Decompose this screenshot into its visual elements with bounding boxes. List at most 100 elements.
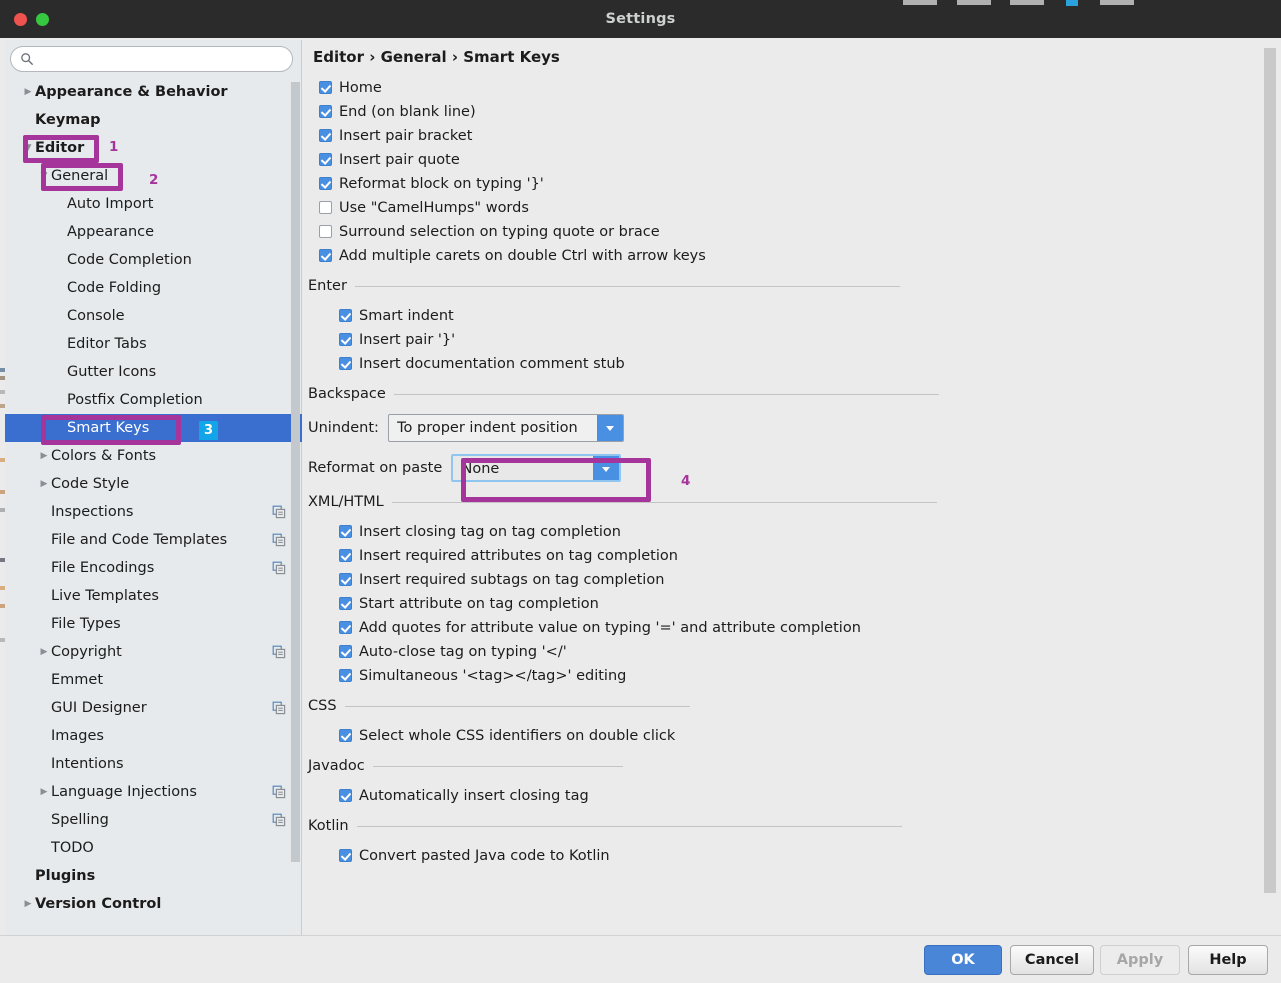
- sidebar-item-file-types[interactable]: ▶File Types: [5, 610, 302, 638]
- chevron-right-icon[interactable]: ▶: [21, 78, 35, 106]
- checkbox-row[interactable]: Insert closing tag on tag completion: [303, 520, 1263, 544]
- checkbox-unchecked-icon[interactable]: [319, 225, 332, 238]
- sidebar-item-copyright[interactable]: ▶Copyright: [5, 638, 302, 666]
- chevron-right-icon[interactable]: ▶: [37, 638, 51, 666]
- chevron-down-icon[interactable]: ▼: [37, 162, 51, 190]
- chevron-right-icon[interactable]: ▶: [37, 470, 51, 498]
- help-button[interactable]: Help: [1188, 945, 1268, 975]
- sidebar-scrollbar-thumb[interactable]: [291, 82, 300, 862]
- checkbox-checked-icon[interactable]: [339, 525, 352, 538]
- sidebar-item-keymap[interactable]: ▶Keymap: [5, 106, 302, 134]
- group-header: Backspace: [303, 386, 1263, 412]
- checkbox-checked-icon[interactable]: [339, 849, 352, 862]
- sidebar-item-editor[interactable]: ▼Editor: [5, 134, 302, 162]
- checkbox-row[interactable]: Auto-close tag on typing '</': [303, 640, 1263, 664]
- checkbox-row[interactable]: Smart indent: [303, 304, 1263, 328]
- sidebar-item-spelling[interactable]: ▶Spelling: [5, 806, 302, 834]
- sidebar-item-images[interactable]: ▶Images: [5, 722, 302, 750]
- checkbox-row[interactable]: Surround selection on typing quote or br…: [303, 220, 1263, 244]
- sidebar-item-postfix-completion[interactable]: ▶Postfix Completion: [5, 386, 302, 414]
- checkbox-row[interactable]: Start attribute on tag completion: [303, 592, 1263, 616]
- cancel-button[interactable]: Cancel: [1010, 945, 1094, 975]
- duplicate-icon: [272, 561, 286, 575]
- checkbox-checked-icon[interactable]: [319, 249, 332, 262]
- checkbox-checked-icon[interactable]: [319, 177, 332, 190]
- checkbox-row[interactable]: Insert required subtags on tag completio…: [303, 568, 1263, 592]
- sidebar-item-emmet[interactable]: ▶Emmet: [5, 666, 302, 694]
- sidebar-item-todo[interactable]: ▶TODO: [5, 834, 302, 862]
- checkbox-checked-icon[interactable]: [319, 153, 332, 166]
- checkbox-row[interactable]: Automatically insert closing tag: [303, 784, 1263, 808]
- checkbox-checked-icon[interactable]: [339, 309, 352, 322]
- sidebar-item-appearance[interactable]: ▶Appearance: [5, 218, 302, 246]
- sidebar-item-smart-keys[interactable]: ▶Smart Keys: [5, 414, 302, 442]
- twisty-spacer: ▶: [37, 834, 51, 862]
- checkbox-checked-icon[interactable]: [319, 129, 332, 142]
- checkbox-checked-icon[interactable]: [319, 105, 332, 118]
- checkbox-checked-icon[interactable]: [339, 333, 352, 346]
- chevron-down-icon[interactable]: [593, 456, 619, 482]
- chevron-down-icon[interactable]: ▼: [21, 134, 35, 162]
- sidebar-item-appearance-behavior[interactable]: ▶Appearance & Behavior: [5, 78, 302, 106]
- search-input[interactable]: [10, 46, 293, 72]
- checkbox-row[interactable]: Simultaneous '<tag></tag>' editing: [303, 664, 1263, 688]
- twisty-spacer: ▶: [37, 498, 51, 526]
- chevron-right-icon[interactable]: ▶: [37, 442, 51, 470]
- reformat-on-paste-dropdown[interactable]: None: [451, 454, 621, 482]
- checkbox-checked-icon[interactable]: [339, 729, 352, 742]
- checkbox-row[interactable]: Insert pair '}': [303, 328, 1263, 352]
- ok-button[interactable]: OK: [924, 945, 1002, 975]
- checkbox-checked-icon[interactable]: [319, 81, 332, 94]
- checkbox-row[interactable]: Insert documentation comment stub: [303, 352, 1263, 376]
- sidebar-item-label: Inspections: [51, 498, 133, 526]
- sidebar-item-language-injections[interactable]: ▶Language Injections: [5, 778, 302, 806]
- checkbox-row[interactable]: Use "CamelHumps" words: [303, 196, 1263, 220]
- checkbox-row[interactable]: Insert pair quote: [303, 148, 1263, 172]
- annotation-number-1: 1: [109, 139, 118, 155]
- sidebar-item-plugins[interactable]: ▶Plugins: [5, 862, 302, 890]
- sidebar-item-editor-tabs[interactable]: ▶Editor Tabs: [5, 330, 302, 358]
- sidebar-item-live-templates[interactable]: ▶Live Templates: [5, 582, 302, 610]
- sidebar-item-label: Colors & Fonts: [51, 442, 156, 470]
- checkbox-checked-icon[interactable]: [339, 597, 352, 610]
- main-scrollbar-thumb[interactable]: [1264, 48, 1276, 893]
- checkbox-row[interactable]: Insert pair bracket: [303, 124, 1263, 148]
- sidebar-item-version-control[interactable]: ▶Version Control: [5, 890, 302, 918]
- checkbox-checked-icon[interactable]: [339, 357, 352, 370]
- sidebar-item-intentions[interactable]: ▶Intentions: [5, 750, 302, 778]
- checkbox-label: Insert pair '}': [359, 332, 455, 348]
- sidebar-item-inspections[interactable]: ▶Inspections: [5, 498, 302, 526]
- checkbox-row[interactable]: Insert required attributes on tag comple…: [303, 544, 1263, 568]
- sidebar-item-file-encodings[interactable]: ▶File Encodings: [5, 554, 302, 582]
- sidebar-item-code-style[interactable]: ▶Code Style: [5, 470, 302, 498]
- dialog-button-bar: OK Cancel Apply Help: [0, 935, 1281, 983]
- checkbox-checked-icon[interactable]: [339, 645, 352, 658]
- checkbox-checked-icon[interactable]: [339, 549, 352, 562]
- sidebar-item-code-completion[interactable]: ▶Code Completion: [5, 246, 302, 274]
- checkbox-row[interactable]: Add multiple carets on double Ctrl with …: [303, 244, 1263, 268]
- checkbox-unchecked-icon[interactable]: [319, 201, 332, 214]
- chevron-down-icon[interactable]: [597, 415, 623, 441]
- checkbox-label: Insert pair bracket: [339, 128, 472, 144]
- sidebar-item-console[interactable]: ▶Console: [5, 302, 302, 330]
- checkbox-checked-icon[interactable]: [339, 669, 352, 682]
- checkbox-row[interactable]: Reformat block on typing '}': [303, 172, 1263, 196]
- checkbox-row[interactable]: End (on blank line): [303, 100, 1263, 124]
- checkbox-checked-icon[interactable]: [339, 573, 352, 586]
- sidebar-item-colors-fonts[interactable]: ▶Colors & Fonts: [5, 442, 302, 470]
- chevron-right-icon[interactable]: ▶: [37, 778, 51, 806]
- checkbox-row[interactable]: Convert pasted Java code to Kotlin: [303, 844, 1263, 868]
- checkbox-row[interactable]: Select whole CSS identifiers on double c…: [303, 724, 1263, 748]
- checkbox-checked-icon[interactable]: [339, 621, 352, 634]
- checkbox-row[interactable]: Home: [303, 76, 1263, 100]
- sidebar-item-file-and-code-templates[interactable]: ▶File and Code Templates: [5, 526, 302, 554]
- checkbox-checked-icon[interactable]: [339, 789, 352, 802]
- sidebar-item-gui-designer[interactable]: ▶GUI Designer: [5, 694, 302, 722]
- sidebar-item-code-folding[interactable]: ▶Code Folding: [5, 274, 302, 302]
- unindent-dropdown[interactable]: To proper indent position: [388, 414, 624, 442]
- sidebar-item-auto-import[interactable]: ▶Auto Import: [5, 190, 302, 218]
- sidebar-item-gutter-icons[interactable]: ▶Gutter Icons: [5, 358, 302, 386]
- chevron-right-icon[interactable]: ▶: [21, 890, 35, 918]
- checkbox-row[interactable]: Add quotes for attribute value on typing…: [303, 616, 1263, 640]
- settings-tree[interactable]: ▶Appearance & Behavior▶Keymap▼Editor▼Gen…: [5, 78, 302, 935]
